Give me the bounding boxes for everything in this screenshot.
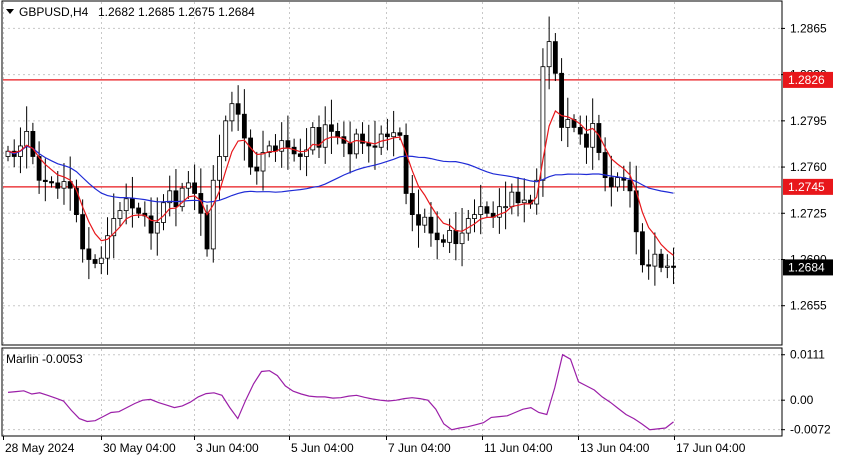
candle [403, 123, 409, 205]
price-tick-label: 1.2725 [790, 206, 827, 220]
time-tick-label: 3 Jun 04:00 [196, 441, 259, 455]
marlin-panel [1, 347, 783, 437]
price-tick-label: 1.2795 [790, 114, 827, 128]
trading-chart: 1.28651.28301.27951.27601.27251.26901.26… [1, 0, 833, 455]
time-tick-label: 5 Jun 04:00 [291, 441, 354, 455]
level-price-tag: 1.2745 [783, 178, 833, 195]
marlin-tick-label: 0.0111 [790, 348, 825, 362]
level-price-tag: 1.2826 [783, 71, 833, 88]
time-tick-label: 30 May 04:00 [103, 441, 176, 455]
time-tick-label: 17 Jun 04:00 [676, 441, 746, 455]
price-panel [1, 0, 783, 346]
symbol-label: GBPUSD,H4 [19, 5, 89, 19]
ohlc-values: 1.2682 1.2685 1.2675 1.2684 [98, 5, 255, 19]
marlin-tick-label: -0.0072 [790, 423, 831, 437]
candle [540, 48, 546, 197]
time-axis: 28 May 2024 30 May 04:00 3 Jun 04:00 5 Jun … [3, 436, 746, 455]
svg-text:1.2745: 1.2745 [788, 180, 825, 194]
time-tick-label: 28 May 2024 [5, 441, 75, 455]
marlin-label: Marlin -0.0053 [6, 352, 83, 366]
current-price-tag: 1.2684 [783, 259, 833, 276]
time-tick-label: 13 Jun 04:00 [580, 441, 650, 455]
marlin-tick-label: 0.00 [790, 393, 814, 407]
candle [223, 115, 229, 162]
price-tick-label: 1.2760 [790, 160, 827, 174]
price-tick-label: 1.2655 [790, 299, 827, 313]
svg-text:1.2826: 1.2826 [788, 73, 825, 87]
time-tick-label: 7 Jun 04:00 [388, 441, 451, 455]
price-tick-label: 1.2865 [790, 21, 827, 35]
svg-text:1.2684: 1.2684 [788, 260, 825, 274]
time-tick-label: 11 Jun 04:00 [484, 441, 553, 455]
